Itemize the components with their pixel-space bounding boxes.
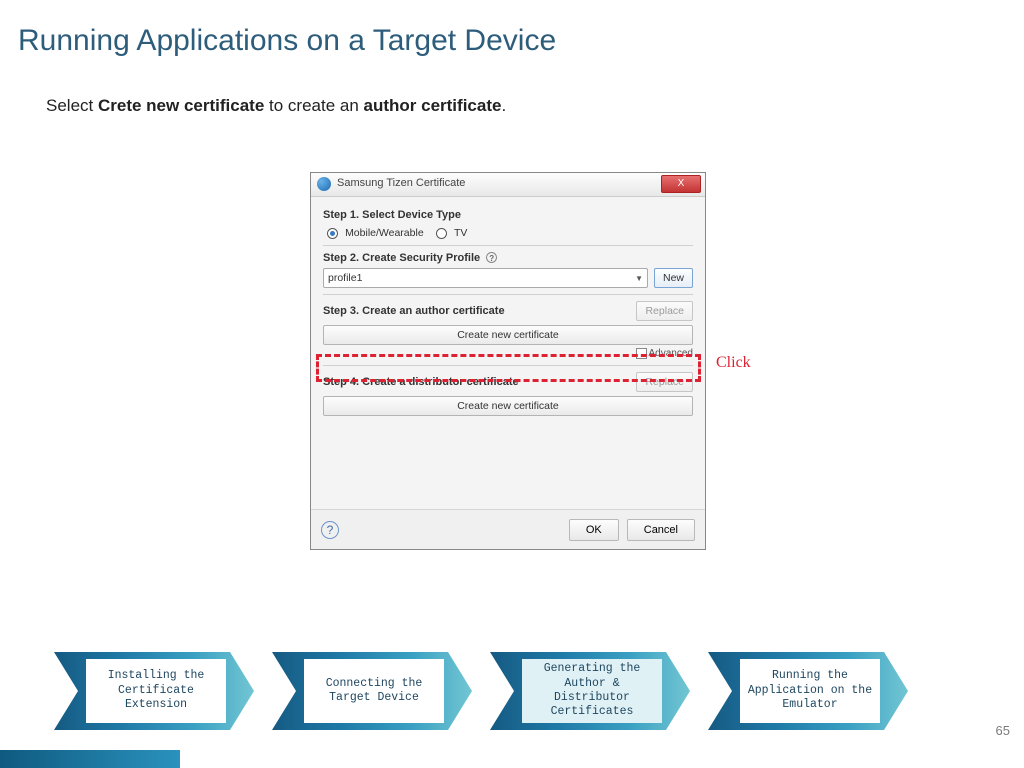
advanced-toggle[interactable]: Advanced bbox=[323, 348, 693, 359]
page-number: 65 bbox=[996, 723, 1010, 738]
step-label: Generating the Author & Distributor Cert… bbox=[522, 659, 662, 723]
profile-select-value: profile1 bbox=[328, 272, 362, 284]
step-generating: Generating the Author & Distributor Cert… bbox=[490, 652, 690, 730]
step3-label: Step 3. Create an author certificate bbox=[323, 305, 505, 317]
process-steps: Installing the Certificate Extension Con… bbox=[54, 652, 908, 730]
step2-text: Step 2. Create Security Profile bbox=[323, 252, 480, 264]
radio-tv[interactable] bbox=[436, 228, 447, 239]
step-installing: Installing the Certificate Extension bbox=[54, 652, 254, 730]
page-title: Running Applications on a Target Device bbox=[18, 24, 556, 58]
step-label: Running the Application on the Emulator bbox=[740, 659, 880, 723]
device-type-radios: Mobile/Wearable TV bbox=[327, 227, 693, 239]
instruction-text: Select Crete new certificate to create a… bbox=[46, 96, 506, 116]
divider bbox=[323, 245, 693, 246]
help-icon[interactable]: ? bbox=[321, 521, 339, 539]
cancel-button[interactable]: Cancel bbox=[627, 519, 695, 541]
profile-select[interactable]: profile1 ▼ bbox=[323, 268, 648, 288]
certificate-dialog: Samsung Tizen Certificate X Step 1. Sele… bbox=[310, 172, 706, 550]
info-icon[interactable]: ? bbox=[486, 252, 497, 263]
instruction-mid: to create an bbox=[264, 96, 363, 115]
step4-label: Step 4. Create a distributor certificate bbox=[323, 376, 519, 388]
dialog-footer: ? OK Cancel bbox=[311, 509, 705, 549]
step2-label: Step 2. Create Security Profile ? bbox=[323, 252, 693, 264]
divider bbox=[323, 294, 693, 295]
instruction-bold1: Crete new certificate bbox=[98, 96, 264, 115]
step1-label: Step 1. Select Device Type bbox=[323, 209, 693, 221]
instruction-bold2: author certificate bbox=[364, 96, 502, 115]
ok-button[interactable]: OK bbox=[569, 519, 619, 541]
step-running: Running the Application on the Emulator bbox=[708, 652, 908, 730]
instruction-post: . bbox=[501, 96, 506, 115]
new-profile-button[interactable]: New bbox=[654, 268, 693, 288]
divider bbox=[323, 365, 693, 366]
step-label: Installing the Certificate Extension bbox=[86, 659, 226, 723]
footer-accent bbox=[0, 750, 180, 768]
replace-author-button[interactable]: Replace bbox=[636, 301, 693, 321]
chevron-down-icon: ▼ bbox=[635, 274, 643, 283]
radio-mobile-wearable-label: Mobile/Wearable bbox=[345, 227, 424, 239]
radio-mobile-wearable[interactable] bbox=[327, 228, 338, 239]
create-author-certificate-button[interactable]: Create new certificate bbox=[323, 325, 693, 345]
radio-tv-label: TV bbox=[454, 227, 467, 239]
instruction-pre: Select bbox=[46, 96, 98, 115]
create-distributor-certificate-button[interactable]: Create new certificate bbox=[323, 396, 693, 416]
advanced-checkbox[interactable] bbox=[636, 348, 647, 359]
advanced-label: Advanced bbox=[649, 348, 693, 359]
step-label: Connecting the Target Device bbox=[304, 659, 444, 723]
dialog-body: Step 1. Select Device Type Mobile/Wearab… bbox=[311, 197, 705, 426]
replace-distributor-button[interactable]: Replace bbox=[636, 372, 693, 392]
step-connecting: Connecting the Target Device bbox=[272, 652, 472, 730]
app-icon bbox=[317, 177, 331, 191]
dialog-titlebar: Samsung Tizen Certificate X bbox=[311, 173, 705, 197]
close-button[interactable]: X bbox=[661, 175, 701, 193]
click-annotation: Click bbox=[716, 354, 751, 372]
dialog-title: Samsung Tizen Certificate bbox=[337, 177, 465, 189]
